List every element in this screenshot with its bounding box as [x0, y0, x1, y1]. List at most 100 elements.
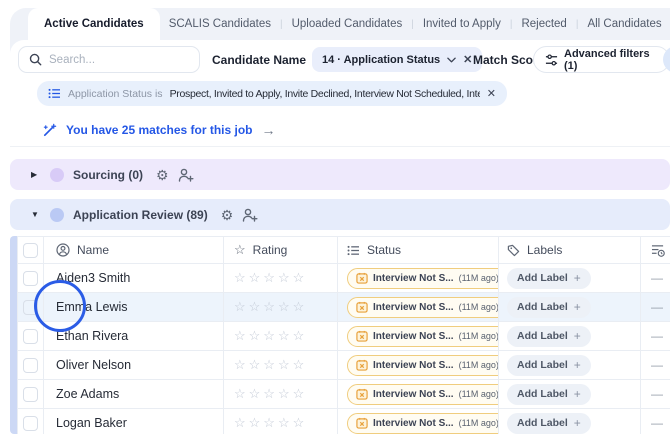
status-chip[interactable]: Interview Not S... (11M ago) — [347, 296, 499, 318]
candidate-row[interactable]: Zoe Adams ☆☆☆☆☆ Interview Not S... (11M … — [18, 380, 670, 409]
add-person-icon[interactable] — [242, 208, 258, 222]
column-header-labels[interactable]: Labels — [527, 243, 562, 257]
rating-stars[interactable]: ☆☆☆☆☆ — [234, 386, 307, 402]
status-chip[interactable]: Interview Not S... (11M ago) — [347, 383, 499, 405]
tab-uploaded-candidates[interactable]: Uploaded Candidates — [283, 8, 412, 40]
candidates-page: Active Candidates SCALIS Candidates | Up… — [0, 0, 670, 434]
select-all-checkbox[interactable] — [23, 242, 38, 258]
tab-all-candidates[interactable]: All Candidates — [578, 8, 670, 40]
status-ago: (11M ago) — [458, 302, 499, 312]
tab-active-candidates[interactable]: Active Candidates — [28, 8, 160, 40]
close-icon[interactable]: ✕ — [463, 53, 472, 66]
tab-scalis-candidates[interactable]: SCALIS Candidates — [160, 8, 280, 40]
candidate-row[interactable]: Logan Baker ☆☆☆☆☆ Interview Not S... (11… — [18, 409, 670, 434]
status-chip[interactable]: Interview Not S... (11M ago) — [347, 325, 498, 347]
tab-rejected[interactable]: Rejected — [512, 8, 575, 40]
candidate-name: Oliver Nelson — [56, 358, 132, 372]
tab-invited-to-apply[interactable]: Invited to Apply — [414, 8, 510, 40]
gear-icon[interactable]: ⚙ — [221, 208, 234, 222]
close-icon[interactable]: ✕ — [487, 87, 496, 100]
section-label: Sourcing (0) — [73, 167, 144, 182]
table-header-row: Name ☆ Rating Status Labels — [18, 237, 670, 264]
status-ago: (11M ago) — [458, 273, 499, 283]
arrow-right-icon: → — [261, 122, 276, 138]
plus-icon: + — [573, 358, 581, 372]
empty-value: — — [651, 300, 663, 314]
list-filter-icon — [48, 88, 61, 99]
rating-stars[interactable]: ☆☆☆☆☆ — [234, 357, 307, 373]
calendar-x-icon — [356, 359, 368, 371]
row-checkbox[interactable] — [23, 328, 38, 344]
status-ago: (11M ago) — [458, 360, 499, 370]
plus-icon: + — [573, 300, 581, 314]
plus-icon: + — [573, 387, 581, 401]
row-checkbox[interactable] — [23, 357, 38, 373]
add-label-button[interactable]: Add Label + — [507, 412, 591, 434]
candidate-name: Zoe Adams — [56, 387, 120, 401]
candidate-row[interactable]: Ethan Rivera ☆☆☆☆☆ Interview Not S... (1… — [18, 322, 670, 351]
rating-stars[interactable]: ☆☆☆☆☆ — [234, 299, 307, 315]
status-chip[interactable]: Interview Not S... (11M ago) — [347, 412, 498, 434]
status-label: Interview Not S... — [373, 330, 454, 342]
stage-color-dot — [50, 207, 64, 222]
status-ago: (11M ago) — [458, 389, 499, 399]
add-label-text: Add Label — [517, 272, 568, 284]
advanced-filters-button[interactable]: Advanced filters (1) — [533, 46, 670, 73]
magic-wand-icon — [42, 123, 57, 138]
advanced-filters-label: Advanced filters (1) — [564, 47, 650, 72]
status-chip[interactable]: Interview Not S... (11M ago) — [347, 267, 499, 289]
search-box[interactable] — [18, 46, 200, 73]
section-sourcing[interactable]: ▶ Sourcing (0) ⚙ — [10, 159, 670, 190]
status-label: Interview Not S... — [373, 359, 454, 371]
section-label: Application Review (89) — [73, 207, 208, 222]
add-label-text: Add Label — [517, 330, 568, 342]
chevron-down-icon[interactable] — [447, 57, 456, 63]
column-header-status[interactable]: Status — [367, 243, 401, 257]
row-checkbox[interactable] — [23, 386, 38, 402]
row-checkbox[interactable] — [23, 299, 38, 315]
column-header-name[interactable]: Name — [77, 243, 109, 257]
empty-value: — — [651, 329, 663, 343]
row-checkbox[interactable] — [23, 415, 38, 431]
add-label-text: Add Label — [517, 359, 568, 371]
status-label: Interview Not S... — [373, 417, 454, 429]
candidate-name: Emma Lewis — [56, 300, 128, 314]
calendar-x-icon — [356, 388, 368, 400]
rating-stars[interactable]: ☆☆☆☆☆ — [234, 328, 307, 344]
filter-chip-label: 14 · Application Status — [322, 53, 441, 66]
section-application-review[interactable]: ▼ Application Review (89) ⚙ — [10, 199, 670, 230]
add-label-button[interactable]: Add Label + — [507, 354, 591, 376]
row-checkbox[interactable] — [23, 270, 38, 286]
candidate-row[interactable]: Aiden3 Smith ☆☆☆☆☆ Interview Not S... (1… — [18, 264, 670, 293]
candidate-row[interactable]: Emma Lewis ☆☆☆☆☆ Interview Not S... (11M… — [18, 293, 670, 322]
calendar-x-icon — [356, 417, 368, 429]
add-label-button[interactable]: Add Label + — [507, 325, 591, 347]
add-person-icon[interactable] — [178, 168, 194, 182]
candidate-name: Ethan Rivera — [56, 329, 129, 343]
caret-right-icon[interactable]: ▶ — [31, 170, 41, 179]
application-status-filter-chip[interactable]: 14 · Application Status ✕ — [312, 47, 483, 72]
empty-value: — — [651, 387, 663, 401]
caret-down-icon[interactable]: ▼ — [31, 210, 41, 219]
filter-prefix: Application Status is — [68, 87, 163, 100]
matches-banner-link[interactable]: You have 25 matches for this job → — [42, 121, 276, 139]
candidate-name: Aiden3 Smith — [56, 271, 131, 285]
search-input[interactable] — [49, 53, 179, 66]
add-label-button[interactable]: Add Label + — [507, 383, 591, 405]
add-label-button[interactable]: Add Label + — [507, 296, 591, 318]
column-header-rating[interactable]: Rating — [253, 243, 288, 257]
rating-stars[interactable]: ☆☆☆☆☆ — [234, 270, 307, 286]
schedule-lines-clock-icon — [651, 244, 665, 257]
filter-summary-bar: Application Status is Prospect, Invited … — [37, 81, 507, 106]
status-chip[interactable]: Interview Not S... (11M ago) — [347, 354, 499, 376]
sort-field-label: Candidate Name — [212, 52, 307, 67]
calendar-x-icon — [356, 330, 368, 342]
candidate-row[interactable]: Oliver Nelson ☆☆☆☆☆ Interview Not S... (… — [18, 351, 670, 380]
gear-icon[interactable]: ⚙ — [156, 168, 169, 182]
star-icon: ☆ — [234, 242, 246, 257]
sort-field-dropdown[interactable]: Candidate Name — [212, 46, 324, 73]
rating-stars[interactable]: ☆☆☆☆☆ — [234, 415, 307, 431]
add-label-button[interactable]: Add Label + — [507, 267, 591, 289]
empty-value: — — [651, 271, 663, 285]
calendar-x-icon — [356, 301, 368, 313]
